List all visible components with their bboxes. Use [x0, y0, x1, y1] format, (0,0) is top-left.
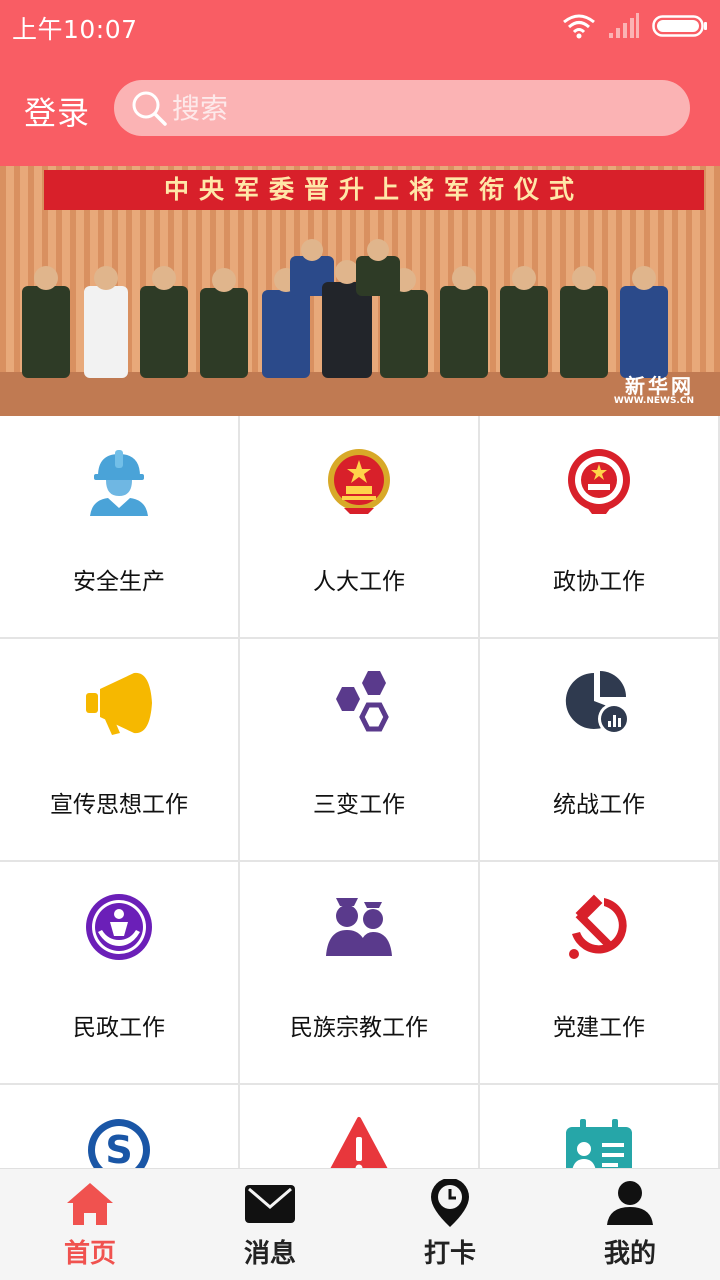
grid-item-propaganda-work[interactable]: 宣传思想工作: [0, 639, 238, 860]
grid-item-party-building-work[interactable]: 党建工作: [480, 862, 718, 1083]
login-button[interactable]: 登录: [24, 88, 90, 134]
grid-item-label: 民族宗教工作: [290, 1015, 428, 1041]
envelope-icon: [245, 1185, 295, 1223]
grid-item-safety-production[interactable]: 安全生产: [0, 416, 238, 637]
grid-item-label: 安全生产: [73, 569, 165, 595]
search-icon: [132, 91, 167, 126]
wifi-icon: [563, 14, 595, 39]
search-bar[interactable]: [114, 80, 690, 136]
safety-worker-icon: [84, 446, 154, 516]
home-icon: [67, 1183, 113, 1225]
nav-messages[interactable]: 消息: [180, 1169, 360, 1280]
grid-item-three-changes-work[interactable]: 三变工作: [240, 639, 478, 860]
s-logo-icon: S: [84, 1115, 154, 1168]
warning-icon: [324, 1115, 394, 1168]
hammer-sickle-icon: [564, 892, 634, 962]
status-icons: [562, 12, 708, 40]
grid-item-label: 三变工作: [313, 792, 405, 818]
people-group-icon: [324, 892, 394, 962]
feature-grid: 安全生产 人大工作 政协工作 宣传思想工作 三变工作 统战工作 民政工作 民族宗…: [0, 416, 720, 1168]
pie-chart-icon: [564, 669, 634, 739]
nav-label: 打卡: [423, 1239, 476, 1269]
nav-label: 首页: [63, 1239, 116, 1269]
grid-item-ethnic-religious-work[interactable]: 民族宗教工作: [240, 862, 478, 1083]
banner-watermark-url: WWW.NEWS.CN: [613, 396, 694, 406]
grid-item-civil-affairs-work[interactable]: 民政工作: [0, 862, 238, 1083]
grid-item-label: 政协工作: [553, 569, 645, 595]
grid-item-npc-work[interactable]: 人大工作: [240, 416, 478, 637]
grid-item-label: 统战工作: [553, 792, 645, 818]
nav-check-in[interactable]: 打卡: [360, 1169, 540, 1280]
banner-title: 中央军委晋升上将军衔仪式: [163, 175, 584, 204]
user-icon: [607, 1181, 653, 1225]
signal-icon: [609, 13, 639, 38]
grid-item-s-logo[interactable]: S: [0, 1085, 238, 1168]
grid-item-label: 民政工作: [73, 1015, 165, 1041]
svg-text:S: S: [105, 1128, 132, 1168]
nav-home[interactable]: 首页: [0, 1169, 180, 1280]
national-emblem-icon: [324, 446, 394, 516]
id-card-icon: [564, 1115, 634, 1168]
nav-label: 我的: [603, 1239, 656, 1269]
hexagons-icon: [324, 669, 394, 739]
banner-carousel[interactable]: 中央军委晋升上将军衔仪式 新华网 WWW.NEWS.CN: [0, 166, 720, 416]
megaphone-icon: [84, 669, 154, 739]
grid-item-label: 人大工作: [313, 569, 405, 595]
grid-item-label: 宣传思想工作: [50, 792, 188, 818]
grid-item-warning[interactable]: [240, 1085, 478, 1168]
grid-item-label: 党建工作: [553, 1015, 645, 1041]
civil-affairs-emblem-icon: [84, 892, 154, 962]
location-clock-icon: [431, 1179, 469, 1227]
banner-watermark: 新华网: [625, 374, 694, 398]
grid-item-united-front-work[interactable]: 统战工作: [480, 639, 718, 860]
cppcc-emblem-icon: [564, 446, 634, 516]
grid-item-id-card[interactable]: [480, 1085, 718, 1168]
nav-label: 消息: [243, 1239, 296, 1269]
nav-profile[interactable]: 我的: [540, 1169, 720, 1280]
grid-item-cppcc-work[interactable]: 政协工作: [480, 416, 718, 637]
bottom-nav: 首页 消息 打卡 我的: [0, 1168, 720, 1280]
battery-icon: [652, 15, 707, 37]
app-header: 登录: [0, 52, 720, 166]
status-bar: 上午10:07: [0, 0, 720, 52]
status-time: 上午10:07: [12, 15, 138, 44]
search-input[interactable]: [172, 88, 662, 128]
